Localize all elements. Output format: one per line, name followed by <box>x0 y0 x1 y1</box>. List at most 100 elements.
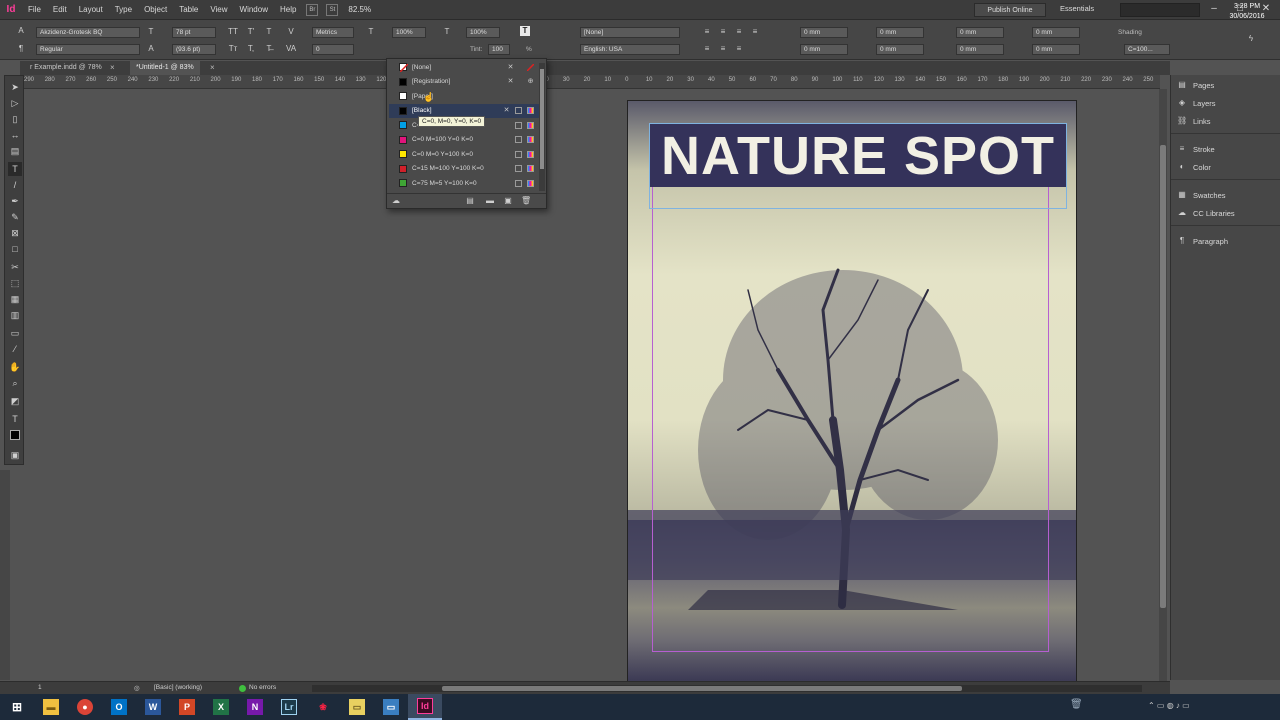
scrollbar-thumb[interactable] <box>1160 145 1166 608</box>
search-input[interactable] <box>1120 3 1200 17</box>
justify-all-icon[interactable]: ≡ <box>702 44 712 54</box>
start-button[interactable]: ⊞ <box>0 694 34 720</box>
taskbar-chrome[interactable]: ● <box>68 694 102 720</box>
left-indent-field[interactable]: 0 mm <box>800 27 848 38</box>
scrollbar-thumb[interactable] <box>442 686 962 691</box>
font-style-field[interactable]: Regular <box>36 44 140 55</box>
fill-stroke-icon[interactable]: ◩ <box>8 394 22 408</box>
pen-tool-icon[interactable]: ✒ <box>8 194 22 208</box>
align-center-icon[interactable]: ≡ <box>718 27 728 37</box>
swatches-panel-tab[interactable]: ▦ Swatches <box>1177 187 1225 203</box>
shading-label[interactable]: Shading <box>1118 29 1142 36</box>
swatch-registration[interactable]: [Registration] ✕ ⊕ <box>389 75 539 90</box>
page-number-field[interactable]: 1 <box>38 684 42 691</box>
superscript-icon[interactable]: T' <box>246 27 256 37</box>
vertical-ruler[interactable] <box>0 470 10 680</box>
taskbar-creative-cloud[interactable]: ❀ <box>306 694 340 720</box>
swatch-green[interactable]: C=75 M=5 Y=100 K=0 <box>389 176 539 191</box>
stroke-panel-tab[interactable]: ≡ Stroke <box>1177 141 1215 157</box>
content-collector-icon[interactable]: ▤ <box>8 144 22 158</box>
links-panel-tab[interactable]: ⛓ Links <box>1177 113 1211 129</box>
show-swatch-kinds-icon[interactable]: ▤ <box>465 196 475 206</box>
swatch-red[interactable]: C=15 M=100 Y=100 K=0 <box>389 162 539 177</box>
tab-untitled-1[interactable]: *Untitled-1 @ 83% <box>130 61 200 75</box>
preflight-icon[interactable]: ◎ <box>134 684 140 692</box>
eyedropper-tool-icon[interactable]: ⁄ <box>8 342 22 356</box>
color-panel-tab[interactable]: ◐ Color <box>1177 159 1211 175</box>
cc-libraries-panel-tab[interactable]: ☁ CC Libraries <box>1177 205 1235 221</box>
leading-field[interactable]: (93.6 pt) <box>172 44 216 55</box>
layers-panel-tab[interactable]: ◈ Layers <box>1177 95 1216 111</box>
horizontal-ruler[interactable]: 290 280 270 260 250 240 230 220 210 200 190 180 170 1… <box>20 75 1160 89</box>
align-towards-spine-icon[interactable]: ≡ <box>718 44 728 54</box>
menu-layout[interactable]: Layout <box>73 5 109 14</box>
menu-view[interactable]: View <box>204 5 233 14</box>
rectangle-frame-tool-icon[interactable]: ⊠ <box>8 226 22 240</box>
swatch-paper[interactable]: [Paper] <box>389 89 539 104</box>
page-tool-icon[interactable]: ▯ <box>8 112 22 126</box>
type-tool-icon[interactable]: T <box>8 162 22 176</box>
taskbar-indesign[interactable]: Id <box>408 694 442 720</box>
line-tool-icon[interactable]: / <box>8 178 22 192</box>
menu-window[interactable]: Window <box>234 5 274 14</box>
taskbar-lightroom[interactable]: Lr <box>272 694 306 720</box>
menu-object[interactable]: Object <box>138 5 173 14</box>
screen-mode-icon[interactable]: ▣ <box>8 448 22 462</box>
taskbar-excel[interactable]: X <box>204 694 238 720</box>
paragraph-panel-tab[interactable]: ¶ Paragraph <box>1177 233 1228 249</box>
zoom-tool-icon[interactable]: ⌕ <box>8 376 22 390</box>
free-transform-tool-icon[interactable]: ⬚ <box>8 276 22 290</box>
preflight-errors[interactable]: No errors <box>249 684 276 691</box>
taskbar-word[interactable]: W <box>136 694 170 720</box>
small-caps-icon[interactable]: Tт <box>228 44 238 54</box>
all-caps-icon[interactable]: TT <box>228 27 238 37</box>
pencil-tool-icon[interactable]: ✎ <box>8 210 22 224</box>
scrollbar-thumb[interactable] <box>540 69 544 169</box>
gap-tool-icon[interactable]: ↔ <box>8 128 22 142</box>
system-tray-icons[interactable]: ⌃ ▭ ◍ ♪ ▭ <box>1148 701 1190 710</box>
tab-close-icon[interactable]: × <box>210 63 215 72</box>
last-line-indent-field[interactable]: 0 mm <box>876 44 924 55</box>
bridge-button[interactable]: Br <box>306 3 319 16</box>
tint-field[interactable]: 100 <box>488 44 510 55</box>
taskbar-outlook[interactable]: O <box>102 694 136 720</box>
font-size-field[interactable]: 78 pt <box>172 27 216 38</box>
align-away-spine-icon[interactable]: ≡ <box>734 44 744 54</box>
paragraph-formatting-icon[interactable]: ¶ <box>16 44 26 54</box>
quick-apply-icon[interactable]: ϟ <box>1246 34 1256 44</box>
pages-panel-tab[interactable]: ▤ Pages <box>1177 77 1214 93</box>
character-formatting-icon[interactable]: A <box>16 26 26 36</box>
swatch-yellow[interactable]: C=0 M=0 Y=100 K=0 <box>389 147 539 162</box>
menu-table[interactable]: Table <box>173 5 204 14</box>
menu-file[interactable]: File <box>22 5 47 14</box>
taskbar-clock[interactable]: 3:28 PM 30/06/2016 <box>1222 2 1272 22</box>
publish-online-button[interactable]: Publish Online <box>974 3 1046 17</box>
note-tool-icon[interactable]: ▭ <box>8 326 22 340</box>
zoom-level[interactable]: 82.5% <box>348 5 371 14</box>
menu-type[interactable]: Type <box>109 5 138 14</box>
first-line-indent-field[interactable]: 0 mm <box>800 44 848 55</box>
space-after-field[interactable]: 0 mm <box>956 44 1004 55</box>
recycle-bin-icon[interactable]: 🗑 <box>1070 699 1084 715</box>
selection-tool-icon[interactable]: ➤ <box>8 80 22 94</box>
hand-tool-icon[interactable]: ✋ <box>8 360 22 374</box>
space-before-field[interactable]: 0 mm <box>956 27 1004 38</box>
gradient-feather-tool-icon[interactable]: ▥ <box>8 308 22 322</box>
underline-icon[interactable]: T <box>264 27 274 37</box>
default-fill-stroke-icon[interactable] <box>10 430 20 440</box>
kerning-field[interactable]: Metrics <box>312 27 354 38</box>
align-left-icon[interactable]: ≡ <box>702 27 712 37</box>
drop-cap-lines-field[interactable]: 0 mm <box>1032 27 1080 38</box>
subscript-icon[interactable]: T, <box>246 44 256 54</box>
taskbar-powerpoint[interactable]: P <box>170 694 204 720</box>
tab-example-indd[interactable]: r Example.indd @ 78% <box>24 61 108 75</box>
swatch-none[interactable]: [None] ✕ <box>389 60 539 75</box>
taskbar-mail[interactable]: ▭ <box>374 694 408 720</box>
minimize-icon[interactable]: – <box>1206 2 1222 16</box>
right-indent-field[interactable]: 0 mm <box>876 27 924 38</box>
menu-edit[interactable]: Edit <box>47 5 73 14</box>
rectangle-tool-icon[interactable]: □ <box>8 242 22 256</box>
drop-cap-chars-field[interactable]: 0 mm <box>1032 44 1080 55</box>
tracking-field[interactable]: 0 <box>312 44 354 55</box>
character-style-field[interactable]: [None] <box>580 27 680 38</box>
